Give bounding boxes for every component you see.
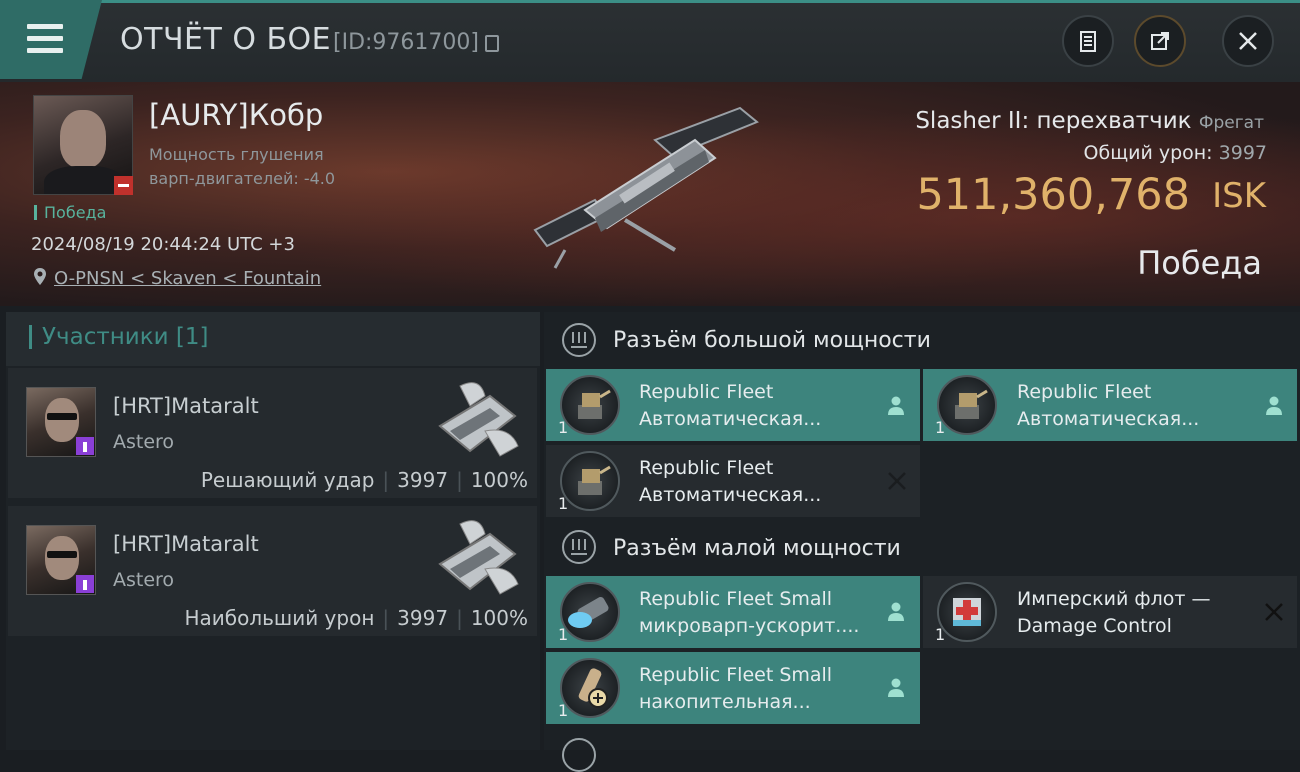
clipboard-icon [1080, 31, 1096, 52]
clipboard-button[interactable] [1062, 15, 1114, 67]
total-damage: Общий урон: 3997 [1083, 142, 1267, 164]
attacker-stats: Решающий удар | 3997 | 100% [200, 468, 528, 492]
module-name-line2: микроварп-ускорит.... [639, 615, 860, 637]
corp-badge [76, 437, 94, 455]
standing-badge [114, 176, 133, 195]
module-qty: 1 [558, 418, 569, 437]
autocannon-icon [937, 375, 997, 435]
hamburger-menu-icon[interactable] [27, 24, 63, 54]
module-qty: 1 [935, 418, 946, 437]
participants-title[interactable]: Участники [1] [29, 325, 208, 349]
attacker-ship: Astero [113, 569, 175, 591]
autocannon-icon [560, 375, 620, 435]
high-slot-icon [562, 323, 596, 357]
autocannon-icon [560, 451, 620, 511]
module-name-line1: Republic Fleet [1017, 381, 1152, 403]
module-name-line1: Republic Fleet Small [639, 588, 833, 610]
corp-badge [76, 575, 94, 593]
astero-ship-icon [438, 382, 519, 457]
astero-ship-icon [438, 520, 519, 595]
module-name-line1: Republic Fleet [639, 381, 774, 403]
attribute-line-1: Мощность глушения [149, 145, 324, 164]
capacitor-battery-icon [560, 658, 620, 718]
isk-value: 511,360,768 [916, 170, 1190, 220]
low-slot-title: Разъём малой мощности [613, 536, 901, 561]
result-tag: Победа [34, 205, 106, 221]
module-name-line2: Автоматическая... [639, 408, 822, 430]
page-title: ОТЧЁТ О БОЕ [120, 22, 332, 57]
dropped-person-icon [888, 602, 904, 621]
module-name-line1: Republic Fleet Small [639, 664, 833, 686]
dropped-person-icon [888, 678, 904, 697]
rig-slot-icon [562, 738, 596, 772]
report-id: [ID:9761700] [333, 30, 479, 55]
attacker-ship: Astero [113, 431, 175, 453]
destroyed-x-icon [1265, 603, 1283, 621]
microwarpdrive-icon [560, 582, 620, 642]
attacker-name[interactable]: [HRT]Mataralt [113, 532, 259, 556]
low-slot-icon [562, 530, 596, 564]
module-qty: 1 [558, 625, 569, 644]
module-name-line2: Автоматическая... [639, 484, 822, 506]
dropped-person-icon [1266, 396, 1282, 415]
location-link[interactable]: O-PNSN < Skaven < Fountain [54, 268, 321, 289]
damage-control-icon [937, 582, 997, 642]
share-icon [1151, 32, 1169, 50]
ship-class: Фрегат [1198, 113, 1264, 133]
module-name-line2: накопительная... [639, 691, 811, 713]
high-slot-title: Разъём большой мощности [613, 328, 931, 353]
isk-unit: ISK [1212, 176, 1266, 216]
module-qty: 1 [935, 625, 946, 644]
close-button[interactable] [1222, 15, 1274, 67]
ship-render-icon[interactable] [525, 100, 775, 280]
module-name-line1: Republic Fleet [639, 457, 774, 479]
share-button[interactable] [1134, 15, 1186, 67]
attribute-line-2: варп-двигателей: -4.0 [149, 169, 336, 188]
dropped-person-icon [888, 396, 904, 415]
kill-datetime: 2024/08/19 20:44:24 UTC +3 [31, 234, 295, 255]
location-pin-icon [34, 268, 46, 285]
victim-name[interactable]: [AURY]Кобр [149, 98, 323, 132]
attacker-stats: Наибольший урон | 3997 | 100% [184, 606, 528, 630]
destroyed-x-icon [888, 472, 906, 490]
outcome-label: Победа [1137, 244, 1262, 282]
attacker-name[interactable]: [HRT]Mataralt [113, 394, 259, 418]
module-qty: 1 [558, 494, 569, 513]
module-qty: 1 [558, 701, 569, 720]
module-name-line1: Имперский флот — [1017, 588, 1211, 610]
module-name-line2: Автоматическая... [1017, 408, 1200, 430]
ship-name[interactable]: Slasher II: перехватчик Фрегат [915, 108, 1264, 134]
close-icon [1239, 32, 1257, 50]
copy-icon[interactable] [485, 35, 499, 52]
module-name-line2: Damage Control [1017, 615, 1172, 637]
